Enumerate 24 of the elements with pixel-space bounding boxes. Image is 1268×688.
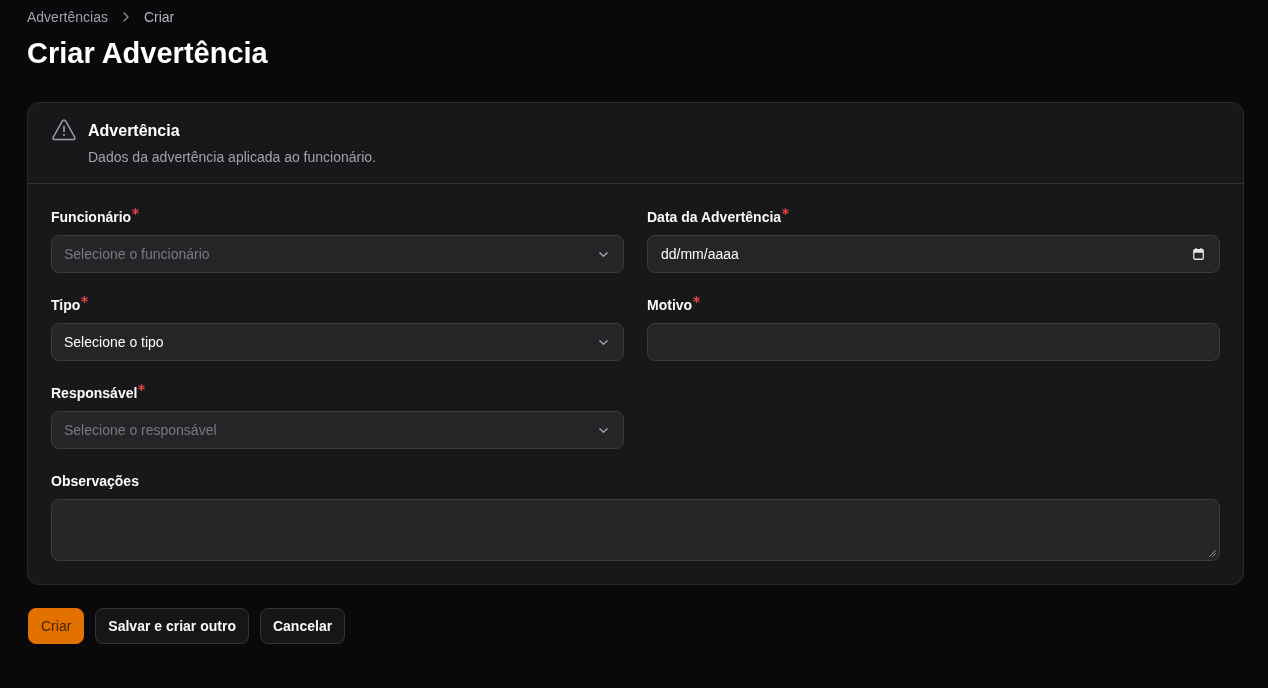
select-field[interactable]: Selecione o responsável [51,411,624,449]
resize-handle-icon [1209,550,1216,557]
chevron-right-icon [122,12,129,22]
field-label: Tipo [51,296,81,315]
section-title: Advertência [88,121,180,141]
select-field[interactable]: Selecione o tipo [51,323,624,361]
breadcrumb-link[interactable]: Criar [143,7,175,27]
field-label: Motivo [647,296,693,315]
date-field[interactable]: dd/mm/aaaa [647,235,1220,273]
field-label: Funcionário [51,208,132,227]
page-title: Criar Advertência [27,36,269,71]
calendar-icon [1193,248,1204,260]
breadcrumb-link[interactable]: Advertências [27,7,108,27]
warning-triangle-icon [52,119,76,141]
cancel-button[interactable]: Cancelar [259,608,346,644]
field-label: Data da Advertência [647,208,782,227]
select-field[interactable]: Selecione o funcionário [51,235,624,273]
create-button[interactable]: Criar [28,608,85,644]
save-and-create-another-button[interactable]: Salvar e criar outro [95,608,249,644]
section-description: Dados da advertência aplicada ao funcionário. [88,148,376,167]
field-label: Observações [51,472,139,491]
text-input[interactable] [647,323,1220,361]
textarea-field[interactable] [51,499,1220,561]
field-label: Responsável [51,384,138,403]
